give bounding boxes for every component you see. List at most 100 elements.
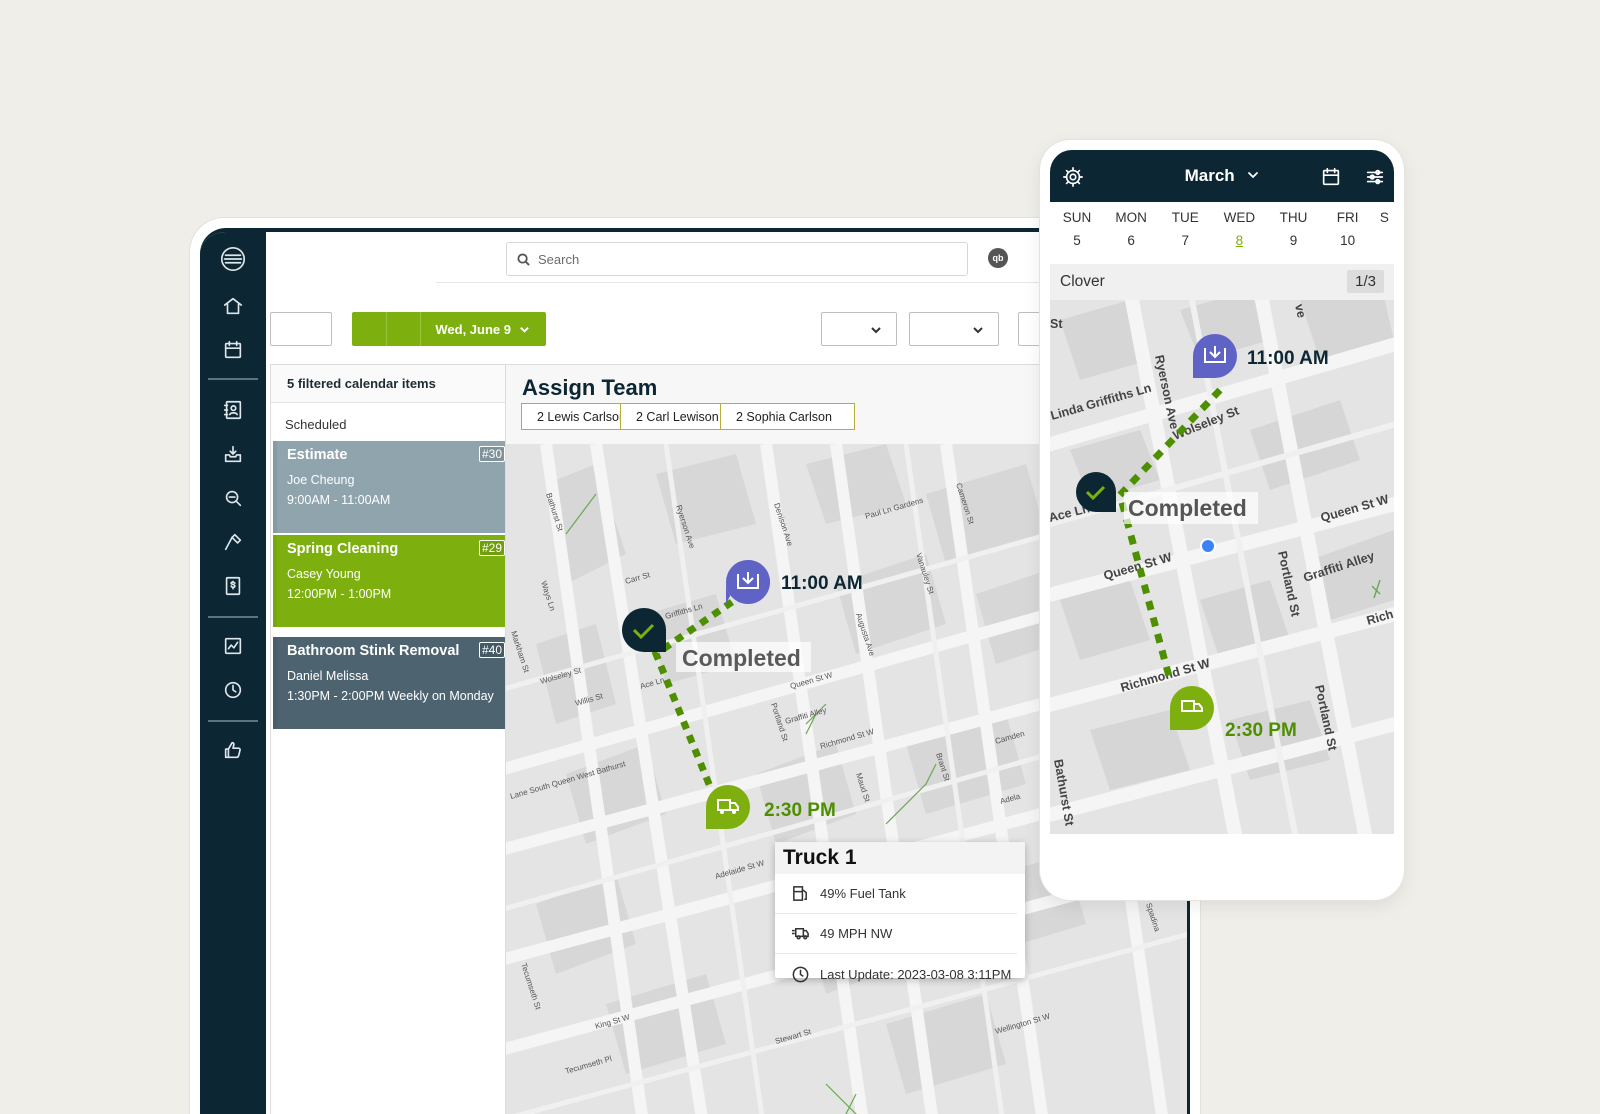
phone-route-map[interactable]: Linda Griffiths Ln Ryerson Ave Wolseley … xyxy=(1050,300,1394,834)
item-client: Joe Cheung xyxy=(287,473,355,487)
completed-pin[interactable] xyxy=(622,608,666,652)
filter-dropdown[interactable] xyxy=(909,312,999,346)
thumbs-up-icon[interactable] xyxy=(221,738,245,762)
day-name: THU xyxy=(1279,210,1308,225)
day-fri[interactable]: FRI 10 xyxy=(1321,204,1375,264)
today-button[interactable] xyxy=(270,312,332,346)
calendar-icon[interactable] xyxy=(1320,166,1342,188)
quickbooks-icon[interactable]: qb xyxy=(988,248,1008,268)
team-chips: 2 Lewis Carlson 2 Carl Lewison 2 Sophia … xyxy=(521,403,855,430)
date-label: Wed, June 9 xyxy=(435,321,511,337)
hammer-icon[interactable] xyxy=(221,530,245,554)
day-name: WED xyxy=(1223,210,1256,225)
team-chip[interactable]: 2 Sophia Carlson xyxy=(721,403,855,430)
day-number: 9 xyxy=(1289,233,1298,248)
team-pager[interactable]: 1/3 xyxy=(1347,270,1384,293)
search-input[interactable]: Search xyxy=(506,242,968,276)
street-label: St xyxy=(1050,317,1063,331)
day-name: SUN xyxy=(1062,210,1092,225)
month-selector[interactable]: March xyxy=(1050,166,1394,186)
item-number: #30 xyxy=(478,446,505,462)
rail-divider xyxy=(208,720,258,722)
chevron-down-icon xyxy=(1248,172,1259,178)
team-chip[interactable]: 2 Carl Lewison xyxy=(621,403,721,430)
truck-info-popup[interactable]: Truck 1 49% Fuel Tank 49 MPH NW Last Upd… xyxy=(775,842,1025,982)
jobber-logo-icon[interactable] xyxy=(218,244,248,274)
calendar-item-spring-cleaning[interactable]: Spring Cleaning #29 Casey Young 12:00PM … xyxy=(273,535,505,627)
inbox-download-icon[interactable] xyxy=(221,442,245,466)
calendar-item-bathroom[interactable]: Bathroom Stink Removal #40 Daniel Meliss… xyxy=(273,637,505,729)
item-client: Casey Young xyxy=(287,567,361,581)
view-dropdown[interactable] xyxy=(821,312,897,346)
inbox-pin[interactable] xyxy=(726,560,770,604)
day-number: 10 xyxy=(1340,233,1356,248)
team-bar: Clover 1/3 xyxy=(1050,264,1394,300)
item-time: 9:00AM - 11:00AM xyxy=(287,493,391,507)
home-icon[interactable] xyxy=(221,294,245,318)
reports-icon[interactable] xyxy=(221,634,245,658)
phone-map-canvas: Linda Griffiths Ln Ryerson Ave Wolseley … xyxy=(1050,300,1394,834)
invoice-icon[interactable] xyxy=(221,574,245,598)
chevron-down-icon xyxy=(973,327,983,334)
phone-header: March xyxy=(1050,150,1394,202)
chevron-down-icon xyxy=(520,326,529,333)
fuel-icon xyxy=(793,886,807,901)
current-location-dot xyxy=(1200,538,1216,554)
phone-frame: March SUN 5 MON 6 TUE 7 WED 8 THU 9 FRI 10 S C… xyxy=(1040,140,1404,900)
team-chip[interactable]: 2 Lewis Carlson xyxy=(521,403,621,430)
contacts-icon[interactable] xyxy=(221,398,245,422)
day-name: MON xyxy=(1115,210,1147,225)
month-label: March xyxy=(1184,166,1235,185)
calendar-icon[interactable] xyxy=(221,338,245,362)
truck-speed-icon xyxy=(791,927,809,940)
phone-inbox-pin[interactable] xyxy=(1193,334,1237,378)
day-number: 8 xyxy=(1235,233,1244,248)
chevron-down-icon xyxy=(871,327,881,334)
timesheet-clock-icon[interactable] xyxy=(221,678,245,702)
item-title: Spring Cleaning xyxy=(287,541,399,557)
day-name: FRI xyxy=(1336,210,1359,225)
day-sat[interactable]: S xyxy=(1375,204,1394,264)
popup-speed: 49 MPH NW xyxy=(820,926,893,941)
day-number: 7 xyxy=(1181,233,1190,248)
search-placeholder: Search xyxy=(538,251,580,267)
button-divider xyxy=(420,312,421,346)
filter-sliders-icon[interactable] xyxy=(1364,166,1386,188)
phone-completed-label: Completed xyxy=(1128,495,1247,521)
item-title: Estimate xyxy=(287,447,348,463)
button-divider xyxy=(386,312,387,346)
day-sun[interactable]: SUN 5 xyxy=(1050,204,1104,264)
day-mon[interactable]: MON 6 xyxy=(1104,204,1158,264)
sidebar-rail xyxy=(200,232,266,1114)
phone-inbox-time: 11:00 AM xyxy=(1247,348,1329,369)
popup-fuel: 49% Fuel Tank xyxy=(820,886,906,901)
phone-completed-pin[interactable] xyxy=(1076,472,1116,512)
item-client: Daniel Melissa xyxy=(287,669,369,683)
day-wed[interactable]: WED 8 xyxy=(1212,204,1266,264)
popup-row-fuel: 49% Fuel Tank xyxy=(775,874,1017,914)
filter-count: 5 filtered calendar items xyxy=(271,365,505,403)
item-title: Bathroom Stink Removal xyxy=(287,643,460,659)
assign-team-title: Assign Team xyxy=(522,375,658,400)
popup-update: Last Update: 2023-03-08 3:11PM xyxy=(820,966,1012,982)
popup-row-update: Last Update: 2023-03-08 3:11PM xyxy=(775,954,1017,994)
day-thu[interactable]: THU 9 xyxy=(1266,204,1320,264)
calendar-item-estimate[interactable]: Estimate #30 Joe Cheung 9:00AM - 11:00AM xyxy=(273,441,505,533)
quote-search-icon[interactable] xyxy=(221,486,245,510)
item-time: 12:00PM - 1:00PM xyxy=(287,587,392,601)
clock-icon xyxy=(792,966,809,982)
popup-title: Truck 1 xyxy=(775,842,1025,874)
section-label: Scheduled xyxy=(285,417,347,432)
phone-truck-pin[interactable] xyxy=(1170,686,1214,730)
truck-pin[interactable] xyxy=(706,785,750,829)
day-number: 6 xyxy=(1127,233,1135,248)
week-strip: SUN 5 MON 6 TUE 7 WED 8 THU 9 FRI 10 S xyxy=(1050,204,1394,264)
truck-time-label: 2:30 PM xyxy=(764,800,836,821)
date-picker-button[interactable]: Wed, June 9 xyxy=(352,312,546,346)
day-number: 5 xyxy=(1073,233,1081,248)
day-tue[interactable]: TUE 7 xyxy=(1158,204,1212,264)
rail-divider xyxy=(208,616,258,618)
calendar-items-panel: 5 filtered calendar items Scheduled Esti… xyxy=(270,364,506,1114)
phone-truck-time: 2:30 PM xyxy=(1225,720,1297,741)
inbox-time-label: 11:00 AM xyxy=(781,573,863,594)
